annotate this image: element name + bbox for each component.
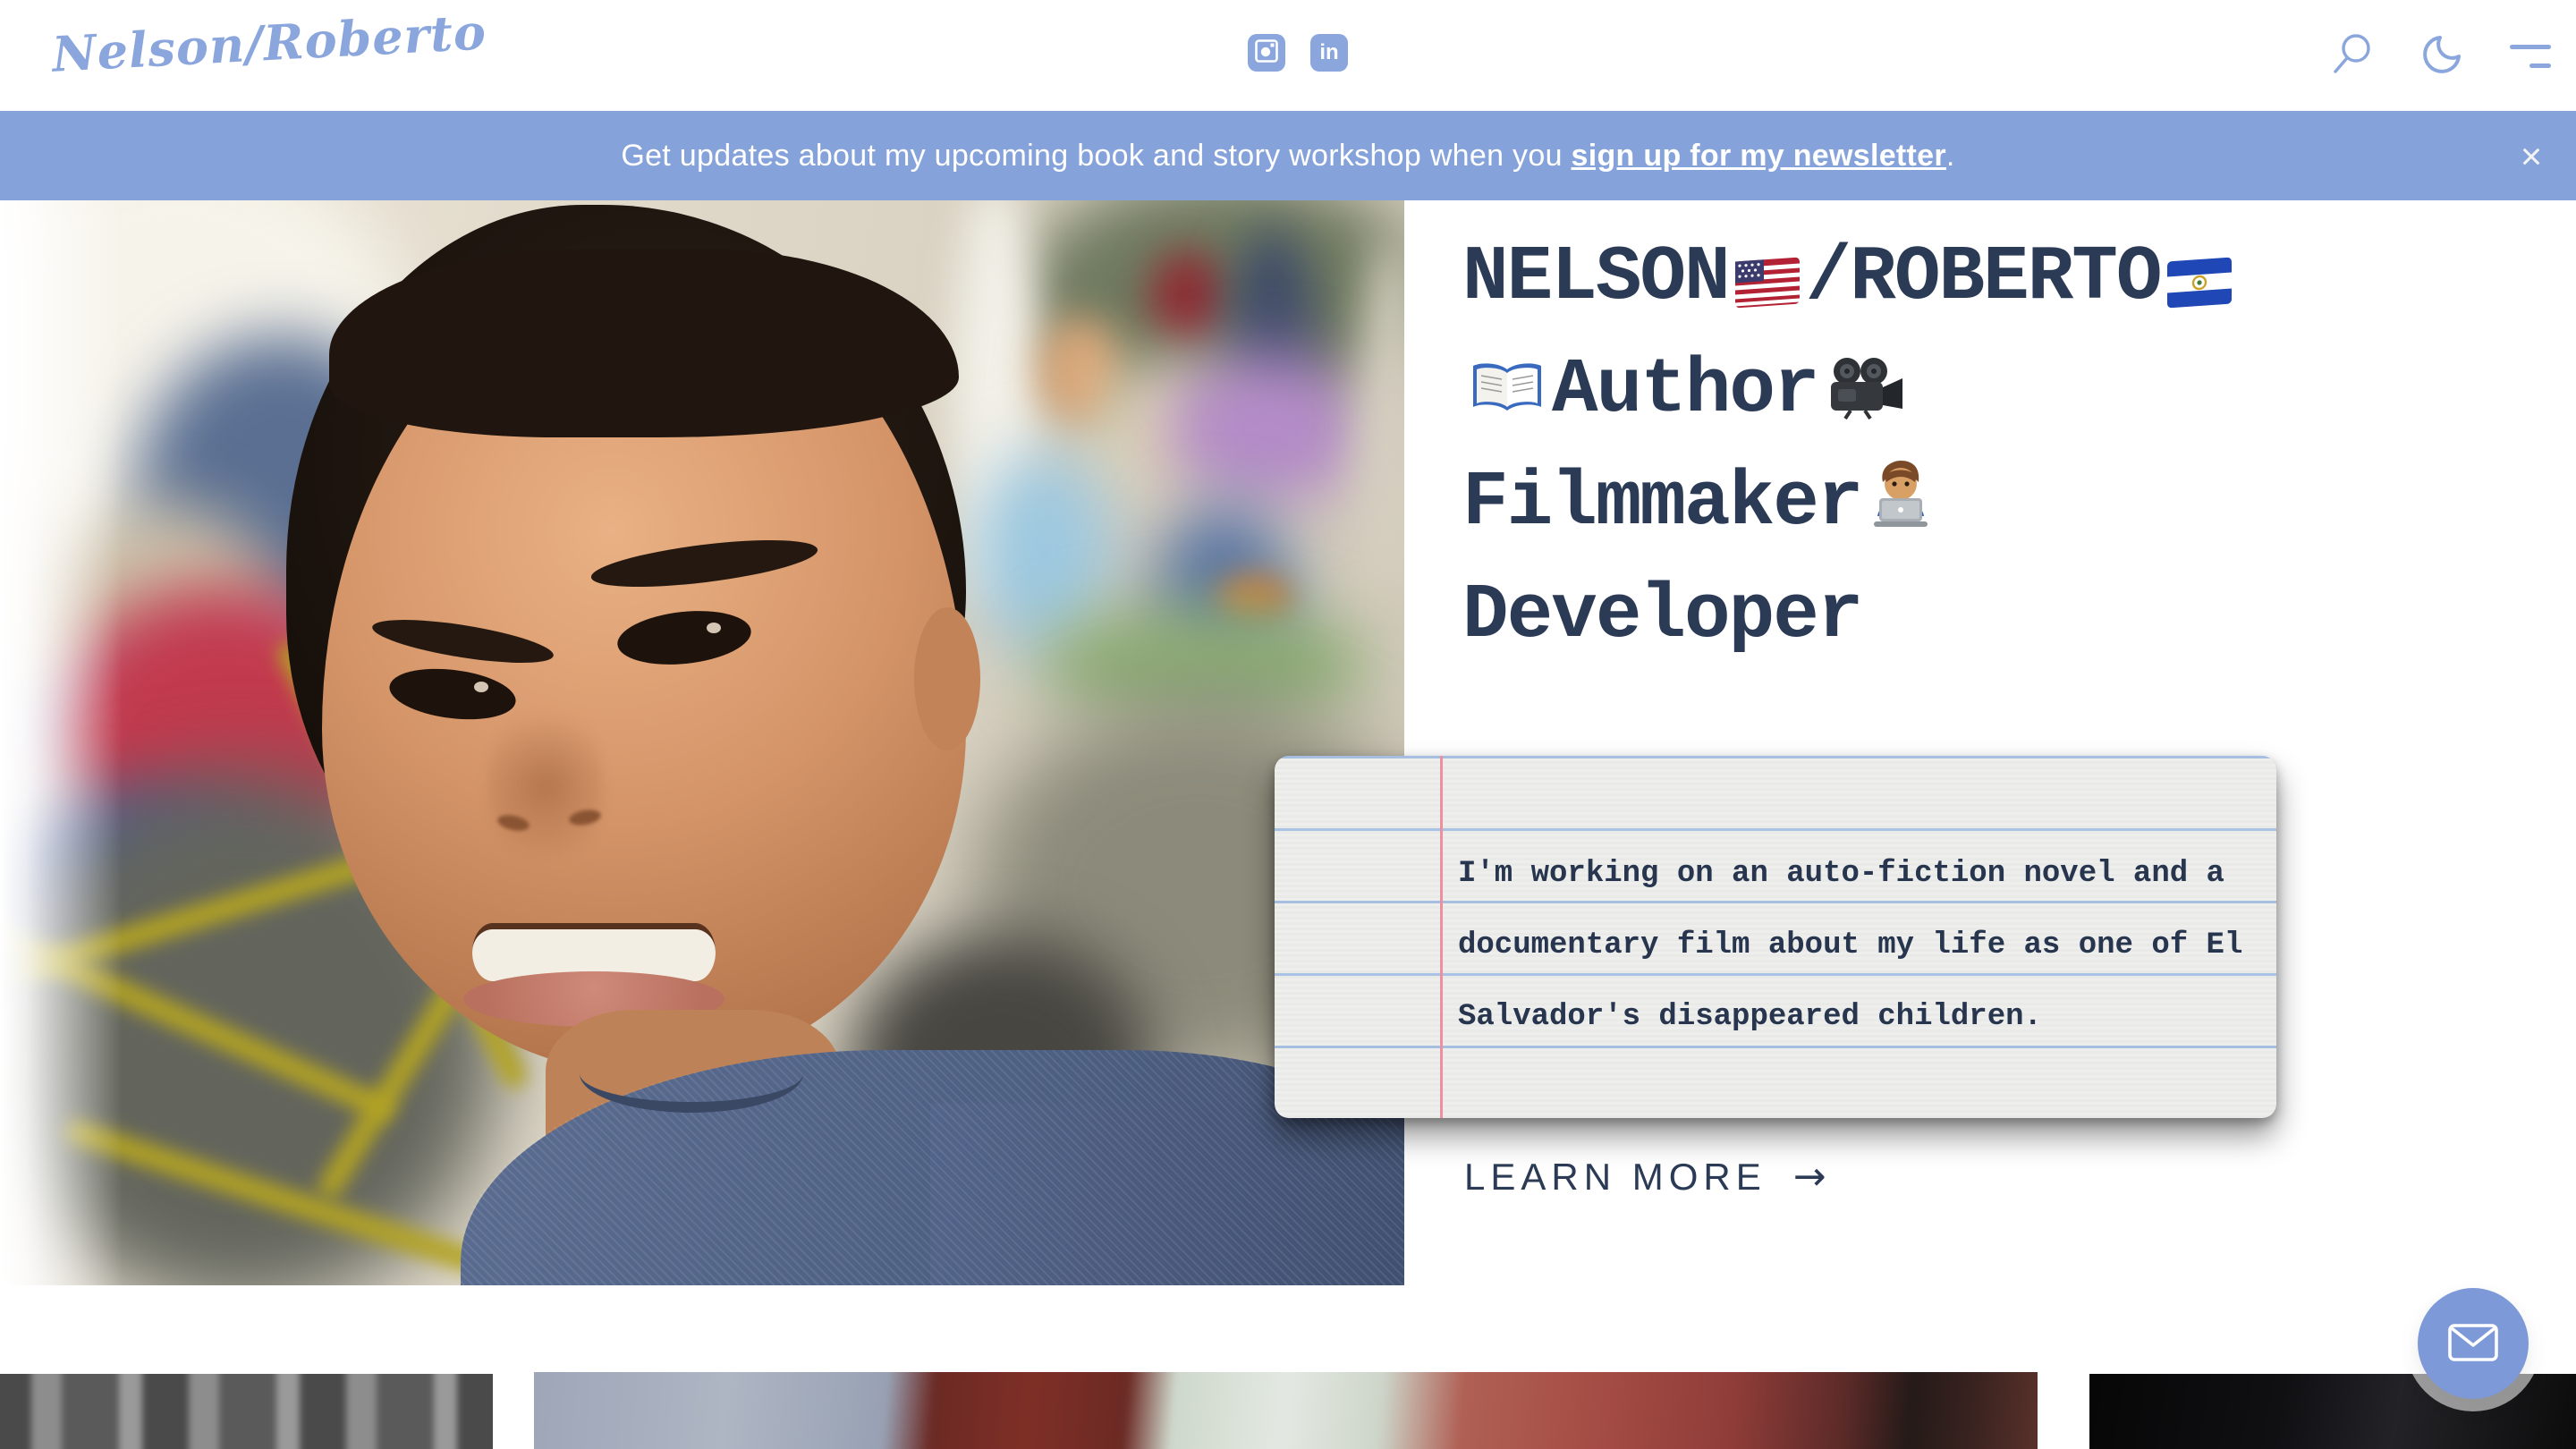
open-book-icon [1468,347,1546,451]
hero-portrait-photo [0,200,1404,1285]
newsletter-signup-link[interactable]: sign up for my newsletter [1572,139,1946,173]
note-card-line: I'm working on an auto-fiction novel and… [1458,838,2242,910]
header-social-links: in [1248,34,1348,72]
heading-line-author: Author [1462,338,2518,451]
search-icon [2333,32,2374,80]
banner-text-before: Get updates about my upcoming book and s… [621,139,1571,173]
banner-text: Get updates about my upcoming book and s… [621,139,1954,174]
heading-author: Author [1552,346,1818,434]
learn-more-label: LEARN MORE [1464,1156,1767,1199]
dark-mode-toggle[interactable] [2420,33,2463,79]
el-salvador-flag-icon [2166,234,2233,338]
page: Nelson/Roberto in [0,0,2576,1449]
header-actions [2333,32,2551,80]
heading-line-developer: Developer [1462,564,2518,667]
note-card-line: documentary film about my life as one of… [1458,910,2242,981]
note-card-text: I'm working on an auto-fiction novel and… [1458,838,2242,1053]
contact-email-button[interactable] [2418,1288,2529,1399]
search-button[interactable] [2333,32,2374,80]
linkedin-link[interactable]: in [1310,34,1348,72]
moon-icon [2420,33,2463,79]
heading-line-names: NELSON/ROBERTO [1462,225,2518,338]
note-card-margin-line [1440,756,1443,1118]
site-logo[interactable]: Nelson/Roberto [51,3,488,82]
movie-camera-icon [1824,347,1906,451]
heading-roberto: /ROBERTO [1806,233,2161,321]
newsletter-banner: Get updates about my upcoming book and s… [0,111,2576,200]
man-technologist-icon [1867,457,1935,564]
instagram-link[interactable] [1248,34,1285,72]
heading-developer: Developer [1462,572,1861,659]
heading-line-filmmaker: Filmmaker [1462,451,2518,564]
instagram-icon [1255,39,1278,67]
menu-icon [2510,45,2551,49]
film-still-thumbnail[interactable] [534,1372,2038,1449]
note-card: I'm working on an auto-fiction novel and… [1275,756,2276,1118]
linkedin-icon: in [1319,40,1338,65]
note-card-line: Salvador's disappeared children. [1458,981,2242,1053]
envelope-icon [2448,1324,2498,1364]
archive-photo-thumbnail[interactable] [0,1374,493,1449]
site-header: Nelson/Roberto in [0,0,2576,111]
banner-close-button[interactable]: × [2504,111,2558,200]
heading-filmmaker: Filmmaker [1462,459,1861,547]
hero-heading: NELSON/ROBERTO Author Filmmaker Develope… [1462,225,2518,667]
banner-text-after: . [1946,139,1955,173]
arrow-right-icon: → [1793,1154,1826,1199]
heading-nelson: NELSON [1462,233,1729,321]
menu-button[interactable] [2510,45,2551,68]
learn-more-link[interactable]: LEARN MORE → [1464,1154,1826,1199]
us-flag-icon [1734,234,1801,338]
menu-icon-bar [2529,64,2551,68]
